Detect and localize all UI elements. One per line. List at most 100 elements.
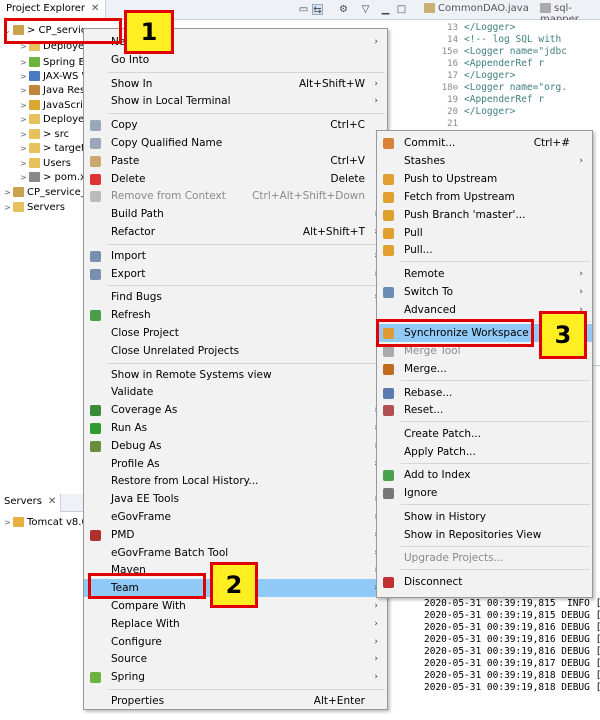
menu-item-pmd[interactable]: PMD› bbox=[84, 526, 387, 544]
menu-item-java-ee-tools[interactable]: Java EE Tools› bbox=[84, 490, 387, 508]
menu-item-pull[interactable]: Pull... bbox=[377, 241, 592, 259]
menu-item-spring[interactable]: Spring › bbox=[84, 668, 387, 686]
menu-item-copy[interactable]: Copy Ctrl+C bbox=[84, 116, 387, 134]
minimize-view-icon[interactable]: ▁ bbox=[380, 4, 391, 15]
push-icon bbox=[383, 209, 394, 221]
menu-item-egovframe[interactable]: eGovFrame› bbox=[84, 508, 387, 526]
view-menu-icon[interactable]: ▽ bbox=[360, 4, 371, 15]
tree-item[interactable]: > JAX-WS Web Services bbox=[20, 70, 83, 84]
menu-item-label: Coverage As bbox=[111, 404, 178, 417]
menu-item-push-to-upstream[interactable]: Push to Upstream bbox=[377, 170, 592, 188]
menu-item-configure[interactable]: Configure › bbox=[84, 633, 387, 651]
menu-item-show-in[interactable]: Show In Alt+Shift+W › bbox=[84, 75, 387, 93]
close-icon[interactable]: ✕ bbox=[48, 496, 56, 507]
menu-item-pull[interactable]: Pull bbox=[377, 224, 592, 242]
menu-item-apply-patch[interactable]: Apply Patch... bbox=[377, 443, 592, 461]
menu-item-build-path[interactable]: Build Path› bbox=[84, 205, 387, 223]
chevron-right-icon[interactable]: > bbox=[20, 157, 29, 171]
line-number: 18⊖ bbox=[441, 83, 458, 93]
filter-icon[interactable]: ⚙ bbox=[338, 4, 349, 15]
menu-item-coverage-as[interactable]: Coverage As› bbox=[84, 401, 387, 419]
menu-item-delete[interactable]: Delete Delete bbox=[84, 170, 387, 188]
menu-item-restore-from-local-history[interactable]: Restore from Local History... bbox=[84, 472, 387, 490]
chevron-right-icon[interactable]: > bbox=[20, 70, 29, 84]
menu-item-run-as[interactable]: Run As› bbox=[84, 419, 387, 437]
menu-item-push-branch-master[interactable]: Push Branch 'master'... bbox=[377, 206, 592, 224]
tree-item[interactable]: > JavaScript Resources bbox=[20, 99, 83, 113]
tree-item[interactable]: > Users bbox=[20, 157, 71, 171]
tab-servers[interactable]: Servers ✕ bbox=[0, 494, 62, 512]
minimize-icon[interactable]: ▭ bbox=[298, 4, 309, 15]
menu-item-close-project[interactable]: Close Project bbox=[84, 324, 387, 342]
log-line: 2020-05-31 00:39:19,815 INFO [ bbox=[424, 598, 600, 609]
folder-icon bbox=[13, 202, 24, 212]
menu-item-add-to-index[interactable]: Add to Index bbox=[377, 466, 592, 484]
menu-item-show-in-repositories-view[interactable]: Show in Repositories View bbox=[377, 526, 592, 544]
chevron-right-icon[interactable]: > bbox=[20, 128, 29, 142]
tree-item[interactable]: > Deployed Resources bbox=[20, 113, 83, 127]
menu-item-replace-with[interactable]: Replace With › bbox=[84, 615, 387, 633]
chevron-right-icon[interactable]: > bbox=[20, 142, 29, 156]
menu-item-ignore[interactable]: Ignore bbox=[377, 484, 592, 502]
menu-item-copy-qualified-name[interactable]: Copy Qualified Name bbox=[84, 134, 387, 152]
link-editor-icon[interactable]: ⇆ bbox=[312, 4, 323, 16]
menu-item-merge[interactable]: Merge... bbox=[377, 360, 592, 378]
menu-item-import[interactable]: Import› bbox=[84, 247, 387, 265]
editor-tab[interactable]: CommonDAO.java bbox=[420, 0, 533, 20]
tab-project-explorer[interactable]: Project Explorer ✕ bbox=[0, 0, 107, 20]
chevron-right-icon[interactable]: > bbox=[20, 171, 29, 185]
chevron-right-icon[interactable]: > bbox=[4, 186, 13, 200]
menu-item-fetch-from-upstream[interactable]: Fetch from Upstream bbox=[377, 188, 592, 206]
tree-item[interactable]: > Java Resources bbox=[20, 84, 83, 98]
server-item[interactable]: > Tomcat v8.0 Server bbox=[4, 516, 84, 530]
menu-item-show-in-remote-systems-view[interactable]: Show in Remote Systems view bbox=[84, 366, 387, 384]
menu-item-shortcut: Alt+Shift+T bbox=[302, 226, 365, 238]
tree-item[interactable]: > Spring Elements bbox=[20, 56, 83, 70]
maximize-view-icon[interactable]: □ bbox=[396, 4, 407, 15]
menu-item-disconnect[interactable]: Disconnect bbox=[377, 573, 592, 591]
menu-item-debug-as[interactable]: Debug As› bbox=[84, 437, 387, 455]
debug-icon bbox=[90, 440, 101, 452]
chevron-right-icon[interactable]: > bbox=[4, 516, 13, 530]
menu-item-create-patch[interactable]: Create Patch... bbox=[377, 425, 592, 443]
annotation-box-project bbox=[4, 18, 122, 44]
menu-item-egovframe-batch-tool[interactable]: eGovFrame Batch Tool› bbox=[84, 544, 387, 562]
menu-item-close-unrelated-projects[interactable]: Close Unrelated Projects bbox=[84, 342, 387, 360]
menu-item-stashes[interactable]: Stashes › bbox=[377, 152, 592, 170]
menu-item-commit[interactable]: Commit... Ctrl+# bbox=[377, 134, 592, 152]
menu-item-show-in-history[interactable]: Show in History bbox=[377, 508, 592, 526]
chevron-right-icon[interactable]: > bbox=[20, 56, 29, 70]
menu-item-profile-as[interactable]: Profile As› bbox=[84, 455, 387, 473]
editor-tab[interactable]: sql-mapper bbox=[536, 0, 600, 25]
menu-item-properties[interactable]: Properties Alt+Enter bbox=[84, 692, 387, 710]
menu-item-switch-to[interactable]: Switch To › bbox=[377, 283, 592, 301]
tree-item[interactable]: > > target bbox=[20, 142, 83, 156]
chevron-right-icon[interactable]: > bbox=[20, 113, 29, 127]
menu-item-label: Delete bbox=[111, 172, 146, 185]
tree-item[interactable]: > > pom.xml bbox=[20, 171, 83, 185]
menu-item-reset[interactable]: Reset... bbox=[377, 401, 592, 419]
menu-item-remote[interactable]: Remote › bbox=[377, 265, 592, 283]
menu-item-show-in-local-terminal[interactable]: Show in Local Terminal › bbox=[84, 92, 387, 110]
tree-item[interactable]: > > src bbox=[20, 128, 69, 142]
menu-item-paste[interactable]: Paste Ctrl+V bbox=[84, 152, 387, 170]
menu-item-shortcut: Ctrl+Alt+Shift+Down bbox=[252, 190, 365, 203]
menu-item-refactor[interactable]: RefactorAlt+Shift+T› bbox=[84, 223, 387, 241]
menu-item-find-bugs[interactable]: Find Bugs› bbox=[84, 288, 387, 306]
menu-item-export[interactable]: Export› bbox=[84, 265, 387, 283]
step-badge: 3 bbox=[539, 311, 587, 359]
ignore-icon bbox=[383, 488, 394, 500]
menu-item-source[interactable]: Source › bbox=[84, 650, 387, 668]
close-icon[interactable]: ✕ bbox=[91, 3, 99, 14]
tree-item[interactable]: > Servers bbox=[4, 201, 65, 215]
chevron-right-icon[interactable]: > bbox=[4, 201, 13, 215]
menu-item-rebase[interactable]: Rebase... bbox=[377, 384, 592, 402]
merge-tool-icon bbox=[383, 346, 394, 358]
tree-item[interactable]: > CP_service_ bbox=[4, 186, 83, 200]
chevron-right-icon[interactable]: > bbox=[20, 99, 29, 113]
java-icon bbox=[29, 85, 40, 95]
menu-item-validate[interactable]: Validate bbox=[84, 383, 387, 401]
chevron-right-icon[interactable]: > bbox=[20, 84, 29, 98]
servers-tabbar: Servers ✕ bbox=[0, 494, 83, 512]
menu-item-refresh[interactable]: Refresh bbox=[84, 306, 387, 324]
